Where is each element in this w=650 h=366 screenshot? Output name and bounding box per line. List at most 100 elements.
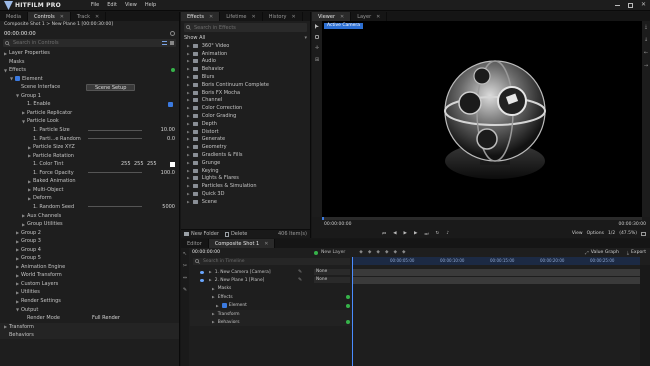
expand-arrow-icon[interactable]: ▶ xyxy=(187,145,190,149)
controls-row[interactable]: Behaviors xyxy=(0,331,179,340)
tab-history[interactable]: History ✕ xyxy=(263,12,303,21)
expand-arrow-icon[interactable]: ▶ xyxy=(187,114,190,118)
value-field[interactable]: 100.0 xyxy=(161,170,175,176)
pointer-tool-icon[interactable]: ↖ xyxy=(183,251,187,257)
tab-layer[interactable]: Layer ✕ xyxy=(351,12,388,21)
timeline-layer-row[interactable]: ▶ Effects xyxy=(190,293,352,301)
expand-arrow-icon[interactable]: ▶ xyxy=(26,179,33,184)
new-layer-button[interactable]: New Layer xyxy=(314,250,345,255)
value-slider[interactable] xyxy=(88,206,142,208)
tab-lifetime[interactable]: Lifetime ✕ xyxy=(220,12,263,21)
expand-arrow-icon[interactable]: ▶ xyxy=(14,281,21,286)
expand-arrow-icon[interactable]: ▶ xyxy=(187,137,190,141)
controls-row[interactable]: ▼ Element xyxy=(0,75,179,83)
play-icon[interactable]: ▶ xyxy=(404,231,407,236)
keyframe-next-icon[interactable]: ◆ xyxy=(376,250,380,255)
effect-status-icon[interactable] xyxy=(346,303,350,308)
effects-folder-item[interactable]: ▶ Boris Continuum Complete xyxy=(181,81,310,89)
expand-arrow-icon[interactable]: ▼ xyxy=(8,76,15,81)
controls-row[interactable]: ▶ Utilities xyxy=(0,288,179,296)
tab-editor[interactable]: Editor xyxy=(181,239,209,248)
effects-folder-item[interactable]: ▶ Scene xyxy=(181,198,310,206)
volume-icon[interactable]: ♪ xyxy=(446,231,449,236)
tab-controls[interactable]: Controls ✕ xyxy=(28,12,71,21)
minimize-icon[interactable] xyxy=(614,4,620,6)
controls-row[interactable]: ▼ Particle Look xyxy=(0,117,179,125)
close-tab-icon[interactable]: ✕ xyxy=(209,14,213,20)
expand-arrow-icon[interactable]: ▶ xyxy=(187,106,190,110)
effects-folder-item[interactable]: ▶ Generate xyxy=(181,136,310,144)
effects-folder-item[interactable]: ▶ Particles & Simulation xyxy=(181,182,310,190)
expand-arrow-icon[interactable]: ▶ xyxy=(187,200,190,204)
expand-arrow-icon[interactable]: ▼ xyxy=(14,93,21,98)
value-field[interactable]: 10.00 xyxy=(161,127,175,133)
menu-file[interactable]: File xyxy=(91,2,99,8)
arrow-right-icon[interactable]: → xyxy=(644,63,648,69)
expand-arrow-icon[interactable]: ▶ xyxy=(187,44,190,48)
effects-folder-item[interactable]: ▶ Boris FX Mocha xyxy=(181,89,310,97)
expand-arrow-icon[interactable]: ▶ xyxy=(216,304,219,308)
value-field[interactable]: 0.0 xyxy=(167,136,175,142)
next-frame-icon[interactable]: ▶ xyxy=(414,231,417,236)
parent-link-icon[interactable]: ✎ xyxy=(298,269,302,275)
expand-arrow-icon[interactable]: ▶ xyxy=(14,299,21,304)
effects-folder-item[interactable]: ▶ Channel xyxy=(181,97,310,105)
expand-arrow-icon[interactable]: ▶ xyxy=(2,324,9,329)
controls-row[interactable]: ▶ Particle Rotation xyxy=(0,152,179,160)
color-channel-field[interactable]: 255 xyxy=(121,161,131,167)
select-tool-icon[interactable] xyxy=(315,24,319,29)
timeline-layer-row[interactable]: ▶ Element xyxy=(190,302,352,310)
expand-arrow-icon[interactable]: ▶ xyxy=(187,169,190,173)
controls-row[interactable]: 1. Color Tint 255 255 255 xyxy=(0,160,179,168)
value-graph-button[interactable]: ⤢ Value Graph xyxy=(585,250,619,256)
pen-tool-icon[interactable]: ✎ xyxy=(183,287,187,293)
effects-folder-item[interactable]: ▶ Geometry xyxy=(181,143,310,151)
arrow-left-icon[interactable]: ← xyxy=(644,50,648,56)
close-tab-icon[interactable]: ✕ xyxy=(264,241,268,247)
expand-arrow-icon[interactable]: ▶ xyxy=(187,130,190,134)
controls-row[interactable]: Render Mode Full Render xyxy=(0,314,179,322)
enable-checkbox[interactable] xyxy=(168,101,173,107)
zoom-select[interactable]: (47.5%) xyxy=(619,231,637,236)
controls-row[interactable]: ▶ Render Settings xyxy=(0,297,179,305)
expand-arrow-icon[interactable]: ▶ xyxy=(187,176,190,180)
close-tab-icon[interactable]: ✕ xyxy=(292,14,296,20)
effects-folder-item[interactable]: ▶ Distort xyxy=(181,128,310,136)
effects-folder-item[interactable]: ▶ Keying xyxy=(181,167,310,175)
effect-status-icon[interactable] xyxy=(171,68,175,73)
effects-folder-item[interactable]: ▶ Audio xyxy=(181,58,310,66)
quality-select[interactable]: 1/2 xyxy=(608,231,615,236)
effects-folder-item[interactable]: ▶ Color Grading xyxy=(181,112,310,120)
fullscreen-icon[interactable] xyxy=(641,231,646,236)
menu-view[interactable]: View xyxy=(125,2,137,8)
effects-folder-item[interactable]: ▶ Gradients & Fills xyxy=(181,151,310,159)
enable-checkbox[interactable] xyxy=(15,76,20,82)
keyframe-prev-icon[interactable]: ◆ xyxy=(359,250,363,255)
controls-row[interactable]: 1. Parti...e Random 0.0 xyxy=(0,135,179,143)
effects-folder-item[interactable]: ▶ Color Correction xyxy=(181,104,310,112)
hand-tool-icon[interactable] xyxy=(315,35,319,39)
expand-arrow-icon[interactable]: ▶ xyxy=(14,290,21,295)
timeline-bar-plane[interactable] xyxy=(353,277,640,284)
tab-effects[interactable]: Effects ✕ xyxy=(181,12,221,21)
expand-arrow-icon[interactable]: ▶ xyxy=(26,187,33,192)
list-view-icon[interactable] xyxy=(162,41,167,45)
controls-row[interactable]: ▶ Custom Layers xyxy=(0,280,179,288)
tab-composite-shot[interactable]: Composite Shot 1 ✕ xyxy=(208,239,276,248)
effects-folder-item[interactable]: ▶ Animation xyxy=(181,50,310,58)
viewer-timecode-left[interactable]: 00:00:00:00 xyxy=(324,222,351,227)
controls-row[interactable]: 1. Force Opacity 100.0 xyxy=(0,169,179,177)
grid-view-icon[interactable] xyxy=(170,41,174,45)
value-field[interactable]: 5000 xyxy=(162,204,175,210)
expand-arrow-icon[interactable]: ▶ xyxy=(187,161,190,165)
prev-frame-icon[interactable]: ◀ xyxy=(393,231,396,236)
timeline-search[interactable]: Search in Timeline xyxy=(193,258,350,265)
expand-arrow-icon[interactable]: ▶ xyxy=(212,312,215,316)
controls-timecode[interactable]: 00:00:00:00 xyxy=(4,31,36,37)
tab-track[interactable]: Track ✕ xyxy=(71,12,107,21)
export-button[interactable]: ⤓ Export xyxy=(627,250,646,256)
record-icon[interactable] xyxy=(170,31,175,36)
color-swatch[interactable] xyxy=(170,161,175,167)
controls-row[interactable]: ▶ Particle Size XYZ xyxy=(0,143,179,151)
effects-folder-item[interactable]: ▶ 360° Video xyxy=(181,42,310,50)
